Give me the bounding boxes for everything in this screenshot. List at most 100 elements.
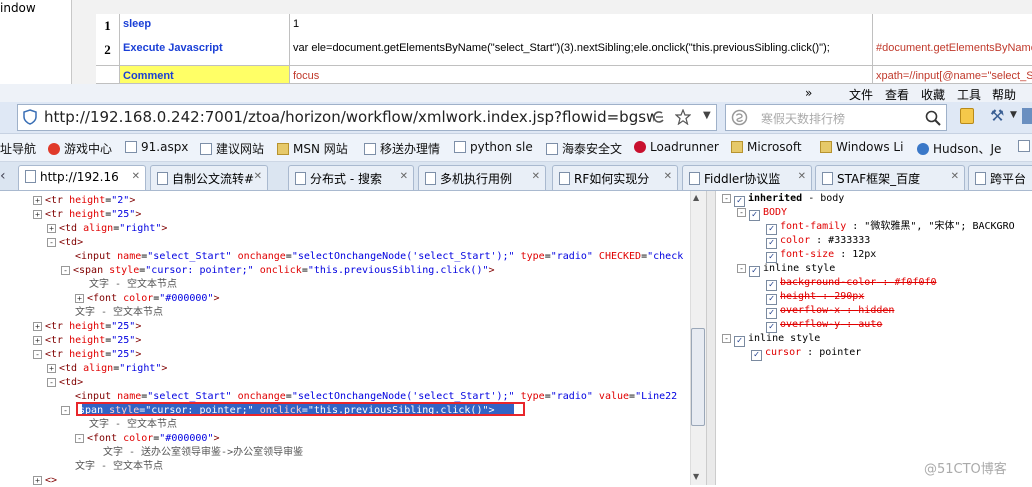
extension-icon[interactable] [960,108,974,124]
tab-scroll-left-icon[interactable]: ‹ [0,168,6,184]
close-tab-icon[interactable]: ✕ [798,171,806,182]
close-tab-icon[interactable]: ✕ [400,171,408,182]
dom-node-line[interactable]: - <font color="#000000"> [75,432,220,445]
close-tab-icon[interactable]: ✕ [951,171,959,182]
tab-5[interactable]: Fiddler协议监 ✕ [682,165,812,190]
dom-node-line[interactable]: + <td align="right"> [47,362,167,375]
address-dropdown-icon[interactable]: ▼ [703,110,711,121]
fav-91-aspx[interactable]: 91.aspx [125,140,188,154]
expand-icon[interactable]: + [33,196,42,205]
expand-icon[interactable]: + [33,336,42,345]
collapse-icon[interactable]: - [47,238,56,247]
dom-node-line[interactable]: - <tr height="25"> [33,348,141,361]
rule-checkbox[interactable]: ✓ [751,350,762,361]
locator-cell[interactable]: #document.getElementsByName [873,38,1032,65]
collapse-icon[interactable]: - [737,208,746,217]
fav-loadrunner[interactable]: Loadrunner [634,140,719,154]
expand-icon[interactable]: + [47,364,56,373]
style-rule-line[interactable]: ✓ background-color : #f0f0f0 [752,276,937,291]
style-rule-line[interactable]: ✓ color : #333333 [752,234,870,249]
style-rule-line[interactable]: ✓ overflow-x : hidden [752,304,894,319]
dom-node-line[interactable]: + <tr height="25"> [33,208,141,221]
dom-node-line[interactable]: - <span style="cursor: pointer;" onclick=… [61,264,495,277]
close-tab-icon[interactable]: ✕ [664,171,672,182]
keyword-cell[interactable]: Comment [120,66,290,83]
search-engine-icon[interactable] [731,109,748,126]
dom-node-line[interactable]: 文字 - 空文本节点 [75,418,177,431]
collapse-icon[interactable]: - [722,194,731,203]
address-url[interactable]: http://192.168.0.242:7001/ztoa/horizon/w… [44,108,654,126]
dom-node-line[interactable]: + <> [33,474,57,487]
value-cell[interactable]: focus [290,66,873,83]
scroll-down-icon[interactable]: ▼ [693,472,699,481]
expand-icon[interactable]: + [47,224,56,233]
dom-node-line[interactable]: - <td> [47,376,83,389]
collapse-icon[interactable]: - [47,378,56,387]
dom-node-line[interactable]: - <td> [47,236,83,249]
style-rule-line[interactable]: - ✓ inline style [737,262,835,277]
tools-dropdown-icon[interactable]: ▼ [1010,110,1017,120]
tab-3[interactable]: 多机执行用例 ✕ [418,165,546,190]
fav-site-nav[interactable]: 址导航 [0,140,36,157]
value-cell[interactable]: 1 [290,14,873,41]
tab-4[interactable]: RF如何实现分 ✕ [552,165,678,190]
collapse-icon[interactable]: - [61,406,70,415]
dom-node-line[interactable]: + <font color="#000000"> [75,292,220,305]
compatibility-icon[interactable] [652,110,666,124]
expand-icon[interactable]: + [75,294,84,303]
menu-favorites[interactable]: 收藏 [921,86,945,103]
fav-suggested-sites[interactable]: 建议网站 [200,140,264,157]
style-rule-line[interactable]: ✓ overflow-y : auto [752,318,882,333]
style-rule-line[interactable]: - ✓ BODY [737,206,787,221]
keyword-cell[interactable]: Execute Javascript [120,38,290,65]
tab-0[interactable]: http://192.16 ✕ [18,165,146,190]
fav-windows[interactable]: Windows Li [820,140,903,154]
close-tab-icon[interactable]: ✕ [254,171,262,182]
expand-icon[interactable]: + [33,476,42,485]
dom-node-line[interactable]: + <tr height="25"> [33,334,141,347]
tab-6[interactable]: STAF框架_百度 ✕ [815,165,965,190]
overflow-icon[interactable] [1022,108,1032,124]
dom-node-line[interactable]: + <td align="right"> [47,222,167,235]
close-tab-icon[interactable]: ✕ [532,171,540,182]
expand-icon[interactable]: + [33,210,42,219]
collapse-icon[interactable]: - [33,350,42,359]
locator-cell[interactable] [873,14,1032,41]
menu-file[interactable]: 文件 [849,86,873,103]
menu-help[interactable]: 帮助 [992,86,1016,103]
style-rule-line[interactable]: ✓ font-family : "微软雅黑", "宋体"; BACKGRO [752,220,1015,235]
fav-python[interactable]: python sle [454,140,533,154]
expand-icon[interactable]: + [33,322,42,331]
fav-hudson[interactable]: Hudson、Je [917,140,1001,157]
scroll-up-icon[interactable]: ▲ [693,193,699,202]
style-rule-line[interactable]: ✓ font-size : 12px [752,248,876,263]
fav-microsoft[interactable]: Microsoft [731,140,802,154]
menu-dropdown-chevron-icon[interactable]: » [805,86,812,100]
style-rule-line[interactable]: ✓ cursor : pointer [737,346,861,361]
favorite-star-icon[interactable] [675,109,691,125]
collapse-icon[interactable]: - [61,266,70,275]
collapse-icon[interactable]: - [75,434,84,443]
fav-transfer[interactable]: 移送办理情 [364,140,440,157]
dom-node-line[interactable]: 文字 - 空文本节点 [61,460,163,473]
dom-node-line[interactable]: + <tr height="25"> [33,320,141,333]
style-rule-line[interactable]: - ✓ inline style [722,332,820,347]
collapse-icon[interactable]: - [722,334,731,343]
page-icon[interactable] [1018,140,1030,152]
locator-cell[interactable]: xpath=//input[@name="select_S [873,66,1032,83]
tab-1[interactable]: 自制公文流转# ✕ [150,165,268,190]
close-tab-icon[interactable]: ✕ [132,171,140,182]
collapse-icon[interactable]: - [737,264,746,273]
style-rule-line[interactable]: - ✓ inherited - body [722,192,844,207]
tab-2[interactable]: 分布式 - 搜索 ✕ [288,165,414,190]
scrollbar-thumb[interactable] [691,328,705,426]
menu-view[interactable]: 查看 [885,86,909,103]
dom-node-line[interactable]: 文字 - 送办公室领导审鉴->办公室领导审鉴 [89,446,303,459]
dom-node-line[interactable]: 文字 - 空文本节点 [61,306,163,319]
dom-node-line[interactable]: + <tr height="2"> [33,194,135,207]
menu-tools[interactable]: 工具 [957,86,981,103]
dom-node-line[interactable]: 文字 - 空文本节点 [75,278,177,291]
dom-node-line[interactable]: <input name="select_Start" onchange="sel… [61,250,683,263]
search-icon[interactable] [925,110,941,126]
fav-haitai[interactable]: 海泰安全文 [546,140,622,157]
